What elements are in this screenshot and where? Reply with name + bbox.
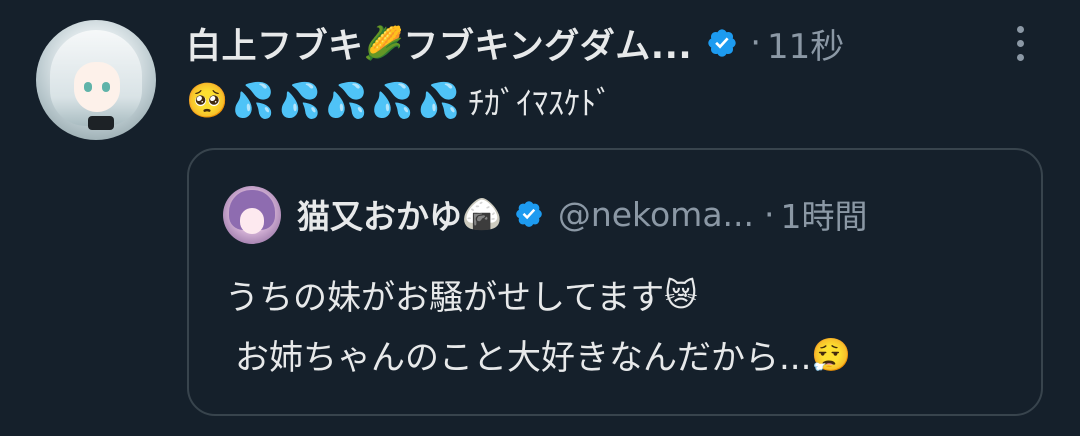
crying-cat-emoji: 😿 (664, 275, 698, 314)
author-name-suffix[interactable]: フブキングダム... (403, 18, 692, 69)
corn-emoji: 🌽 (363, 24, 404, 62)
more-vertical-icon[interactable] (1010, 22, 1030, 66)
sweat-droplets-emoji: 💦 (232, 81, 275, 121)
quote-avatar-face (240, 208, 264, 234)
quote-text-line-1: うちの妹がお騒がせしてます 😿 (225, 270, 698, 319)
avatar-bow (88, 116, 114, 130)
pleading-face-emoji: 🥺 (186, 81, 229, 121)
quote-text: うちの妹がお騒がせしてます (225, 278, 665, 318)
quote-author-name[interactable]: 猫又おかゆ (297, 190, 462, 238)
tweet-header: 白上フブキ 🌽 フブキングダム... · 11秒 (186, 18, 844, 68)
quote-author-handle[interactable]: @nekoma... (558, 195, 754, 234)
author-name[interactable]: 白上フブキ (186, 18, 364, 69)
face-exhaling-emoji: 😮‍💨 (811, 335, 852, 374)
separator-dot: · (750, 23, 762, 63)
tweet-text: ﾁｶﾞｲﾏｽｹﾄﾞ (468, 84, 613, 122)
verified-badge-icon[interactable] (514, 199, 544, 229)
rice-ball-emoji: 🍙 (462, 195, 502, 233)
sweat-droplets-emoji: 💦 (371, 81, 414, 121)
quote-author-avatar[interactable] (223, 186, 281, 244)
quote-text: お姉ちゃんのこと大好きなんだから... (235, 338, 812, 378)
sweat-droplets-emoji: 💦 (325, 81, 368, 121)
verified-badge-icon[interactable] (706, 27, 738, 59)
quote-header: 猫又おかゆ 🍙 @nekoma... · 1時間 (297, 188, 868, 240)
tweet-timestamp[interactable]: 11秒 (767, 19, 844, 68)
tweet-body: 🥺 💦 💦 💦 💦 💦 ﾁｶﾞｲﾏｽｹﾄﾞ (186, 76, 612, 126)
separator-dot: · (764, 194, 775, 234)
quote-timestamp[interactable]: 1時間 (781, 190, 868, 238)
quote-text-line-2: お姉ちゃんのこと大好きなんだから... 😮‍💨 (235, 330, 851, 379)
sweat-droplets-emoji: 💦 (278, 81, 322, 121)
author-avatar[interactable] (36, 20, 156, 140)
quoted-tweet-card[interactable]: 猫又おかゆ 🍙 @nekoma... · 1時間 うちの妹がお騒がせしてます 😿… (187, 148, 1043, 416)
avatar-face (74, 62, 120, 112)
sweat-droplets-emoji: 💦 (417, 81, 461, 121)
avatar-eye-left (84, 82, 92, 92)
avatar-eye-right (102, 82, 110, 92)
